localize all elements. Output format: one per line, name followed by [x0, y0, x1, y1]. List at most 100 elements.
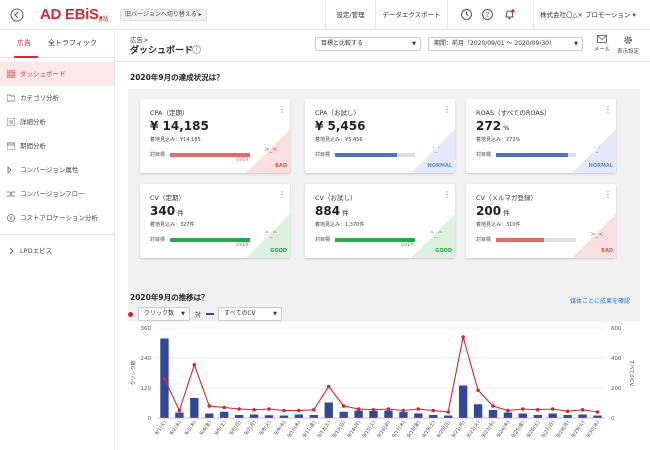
- sidebar-item-period[interactable]: 期間分析: [0, 134, 114, 158]
- chart-bar: [414, 413, 423, 418]
- chart-bar: [190, 398, 199, 418]
- x-tick-label: 9/27(日): [540, 420, 556, 439]
- cv-select[interactable]: すべてのCV ▼: [218, 307, 282, 321]
- kpi-card[interactable]: CV（お試し） 884 件着地見込み：1,370件 対目標 OVER ⋮ ^_^ GOOD: [305, 184, 455, 258]
- company-menu[interactable]: 株式会社〇△× プロモーション ▾: [533, 0, 650, 30]
- kpi-card[interactable]: CPA（お試し） ¥ 5,456 着地見込み：¥5,456 対目標 ⋮ '_' NORMAL: [305, 99, 455, 173]
- list-icon: [7, 118, 15, 126]
- line-point: [416, 407, 421, 411]
- clock-icon[interactable]: [460, 8, 473, 21]
- section-title-trend: 2020年9月の推移は？: [130, 293, 209, 302]
- chart-bar: [444, 415, 453, 418]
- media-results-link[interactable]: 媒体ごとに成果を確認: [570, 296, 630, 305]
- line-point: [476, 388, 480, 393]
- kpi-card[interactable]: CV（定期） 340 件着地見込み：327件 対目標 OVER ⋮ ^_^ GOOD: [140, 184, 290, 258]
- metric-select[interactable]: クリック数 ▼: [138, 307, 190, 321]
- folder-icon: [7, 94, 15, 102]
- kpi-title: CV（定期）: [150, 194, 185, 202]
- progress-track: [335, 153, 415, 157]
- old-version-button[interactable]: 旧バージョンへ切り替える ▸: [120, 9, 207, 21]
- kebab-menu-icon[interactable]: ⋮: [278, 191, 286, 199]
- line-point: [521, 407, 525, 411]
- kpi-forecast: 着地見込み：272%: [476, 137, 521, 143]
- kpi-card[interactable]: CPA（定期） ¥ 14,185 着地見込み：¥14,185 対目標 OVER ⋮ >_< B…: [140, 99, 290, 173]
- y-right-tick-label: 200: [611, 386, 622, 392]
- target-label: 対目標: [476, 152, 492, 158]
- bell-icon[interactable]: [503, 8, 516, 21]
- gear-icon: [624, 36, 632, 44]
- status-label: BAD: [275, 163, 287, 169]
- y-right-tick-label: 600: [611, 326, 622, 332]
- kebab-menu-icon[interactable]: ⋮: [604, 106, 612, 114]
- status-label: BAD: [601, 248, 613, 254]
- sidebar-item-lpo[interactable]: LPOエビス: [0, 239, 114, 263]
- progress-track: [335, 238, 415, 242]
- kpi-card[interactable]: ROAS（すべてのROAS） 272 % 着地見込み：272% 対目標 ⋮ '_' NORM…: [466, 99, 616, 173]
- data-export-nav[interactable]: データエクスポート: [375, 0, 447, 30]
- cv-select-value: すべてのCV: [224, 310, 256, 317]
- status-label: NORMAL: [588, 163, 613, 169]
- status-label: GOOD: [270, 248, 287, 254]
- progress-fill: [335, 238, 415, 242]
- chevron-down-icon: ▼: [181, 311, 185, 317]
- page-title: ダッシュボード: [130, 46, 194, 56]
- sidebar-item-cost-allocation[interactable]: ¥ コストアロケーション分析: [0, 206, 114, 230]
- back-arrow-icon[interactable]: [10, 8, 24, 22]
- x-tick-label: 9/5(土): [213, 419, 228, 436]
- kpi-card[interactable]: CV（メルマガ登録） 200 件着地見込み：310件 対目標 ⋮ >_< BAD: [466, 184, 616, 258]
- period-select[interactable]: 期間：前月（2020/09/01 ～ 2020/09/30） ▼: [428, 37, 583, 51]
- face-icon: '_': [593, 146, 601, 153]
- kebab-menu-icon[interactable]: ⋮: [443, 106, 451, 114]
- sidebar-item-detail[interactable]: 詳細分析: [0, 110, 114, 134]
- sidebar-item-conversion-flow[interactable]: コンバージョンフロー: [0, 182, 114, 206]
- face-icon: '_': [432, 146, 440, 153]
- chart-bar: [429, 415, 438, 418]
- kebab-menu-icon[interactable]: ⋮: [278, 106, 286, 114]
- line-point: [341, 404, 346, 408]
- sidebar-item-label: コストアロケーション分析: [20, 214, 98, 222]
- tab-all-traffic[interactable]: 全トラフィック: [48, 38, 97, 48]
- y-left-tick-label: 0: [148, 416, 152, 422]
- chevron-right-icon: [9, 247, 14, 255]
- target-label: 対目標: [315, 152, 331, 158]
- line-point: [177, 408, 182, 413]
- question-icon[interactable]: ?: [192, 45, 201, 54]
- page-header: 広告> ダッシュボード ? 目標と比較する ▼ 期間：前月（2020/09/01 …: [115, 30, 650, 62]
- sidebar-item-category[interactable]: カテゴリ分析: [0, 86, 114, 110]
- display-settings-button[interactable]: 表示設定: [616, 35, 640, 55]
- help-icon[interactable]: ?: [481, 8, 494, 21]
- kpi-unit: %: [501, 124, 510, 132]
- line-point: [192, 362, 197, 367]
- tab-ads[interactable]: 広告: [17, 38, 31, 48]
- line-point: [401, 408, 406, 413]
- x-tick-label: 9/9(水): [273, 419, 288, 436]
- chart-bar: [324, 402, 333, 418]
- kpi-forecast: 着地見込み：¥14,185: [150, 137, 201, 143]
- x-tick-label: 9/16(水): [375, 419, 392, 439]
- over-label: OVER: [401, 243, 414, 248]
- sidebar-item-conversion-attr[interactable]: コンバージョン属性: [0, 158, 114, 182]
- x-tick-label: 9/2(水): [168, 419, 183, 436]
- y-right-axis-label: すべてのCV: [628, 360, 634, 387]
- tag-icon: [7, 166, 12, 174]
- kpi-unit: 件: [340, 209, 349, 217]
- line-point: [431, 408, 436, 413]
- beta-label: β版: [99, 16, 109, 23]
- kebab-menu-icon[interactable]: ⋮: [443, 191, 451, 199]
- settings-nav[interactable]: 設定/管理: [325, 0, 375, 30]
- line-point: [162, 377, 167, 381]
- progress-track: [496, 238, 576, 242]
- coins-icon: ¥: [7, 214, 15, 222]
- kebab-menu-icon[interactable]: ⋮: [604, 191, 612, 199]
- x-tick-label: 9/14(月): [346, 420, 362, 439]
- grid-icon: [7, 70, 15, 78]
- kpi-value: 200 件: [476, 204, 510, 218]
- chart-bar: [369, 411, 378, 418]
- chevron-down-icon: ▼: [412, 41, 416, 47]
- x-tick-label: 9/4(金): [198, 419, 213, 436]
- svg-text:¥: ¥: [9, 216, 12, 222]
- x-tick-label: 9/26(土): [525, 419, 542, 439]
- sidebar-item-dashboard[interactable]: ダッシュボード: [0, 62, 114, 86]
- compare-select[interactable]: 目標と比較する ▼: [315, 37, 421, 51]
- mail-button[interactable]: メール: [592, 35, 612, 53]
